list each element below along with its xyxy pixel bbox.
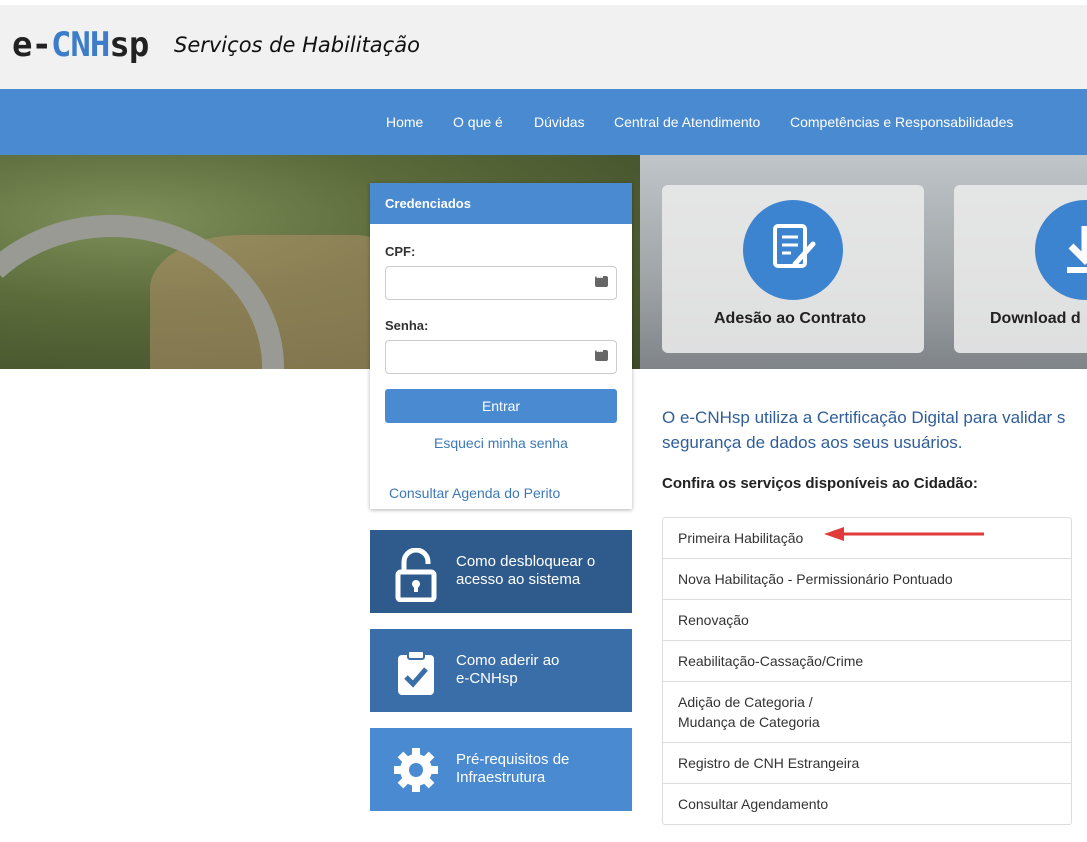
service-label: Adição de Categoria / Mudança de Categor… <box>678 692 820 732</box>
tile-desbloquear-label: Como desbloquear o acesso ao sistema <box>456 553 595 589</box>
cpf-input[interactable] <box>385 266 617 300</box>
logo-prefix: e- <box>12 25 52 65</box>
service-consultar-agendamento[interactable]: Consultar Agendamento <box>663 784 1071 824</box>
site-tagline: Serviços de Habilitação <box>174 33 420 57</box>
tile-label-line: Como desbloquear o <box>456 553 596 570</box>
tile-aderir-label: Como aderir ao e-CNHsp <box>456 652 559 688</box>
service-adicao-categoria[interactable]: Adição de Categoria / Mudança de Categor… <box>663 682 1071 743</box>
card-download-label: Download d <box>990 310 1081 327</box>
login-panel: Credenciados CPF: Senha: Entrar Esqueci … <box>370 183 632 509</box>
forgot-password-link[interactable]: Esqueci minha senha <box>434 435 568 451</box>
card-adesao-contrato[interactable]: Adesão ao Contrato <box>662 185 924 353</box>
service-registro-cnh-estrangeira[interactable]: Registro de CNH Estrangeira <box>663 743 1071 784</box>
tile-label-line: Infraestrutura <box>456 769 546 786</box>
tile-aderir[interactable]: Como aderir ao e-CNHsp <box>370 629 632 712</box>
clipboard-check-icon <box>392 649 440 697</box>
service-nova-habilitacao[interactable]: Nova Habilitação - Permissionário Pontua… <box>663 559 1071 600</box>
tile-label-line: Pré-requisitos de <box>456 751 570 768</box>
tile-label-line: e-CNHsp <box>456 670 518 687</box>
gear-icon <box>392 746 440 794</box>
logo-accent: CNH <box>50 25 110 65</box>
login-title: Credenciados <box>370 183 632 224</box>
nav-competencias[interactable]: Competências e Responsabilidades <box>790 114 1013 130</box>
service-label-line: Mudança de Categoria <box>678 714 820 730</box>
card-adesao-label: Adesão ao Contrato <box>714 310 867 327</box>
tile-desbloquear-acesso[interactable]: Como desbloquear o acesso ao sistema <box>370 530 632 613</box>
password-label: Senha: <box>385 318 429 333</box>
card-download[interactable]: Download d <box>954 185 1087 353</box>
download-icon <box>1035 200 1087 300</box>
service-label: Primeira Habilitação <box>678 530 804 546</box>
logo-suffix: sp <box>109 25 149 65</box>
services-list: Primeira Habilitação Nova Habilitação - … <box>662 517 1072 825</box>
annotation-arrow-icon <box>824 527 984 541</box>
service-label: Reabilitação-Cassação/Crime <box>678 653 864 669</box>
tile-pre-requisitos-label: Pré-requisitos de Infraestrutura <box>456 751 569 787</box>
agenda-perito-link[interactable]: Consultar Agenda do Perito <box>389 485 560 501</box>
service-label: Renovação <box>678 612 749 628</box>
nav-home[interactable]: Home <box>386 114 423 130</box>
intro-line: segurança de dados aos seus usuários. <box>662 433 963 452</box>
cpf-label: CPF: <box>385 244 416 259</box>
service-label: Registro de CNH Estrangeira <box>678 755 860 771</box>
service-label-line: Adição de Categoria / <box>678 694 813 710</box>
services-heading: Confira os serviços disponíveis ao Cidad… <box>662 475 978 492</box>
password-input[interactable] <box>385 340 617 374</box>
keyboard-icon[interactable] <box>595 346 608 361</box>
site-logo[interactable]: e-CNHsp <box>12 25 149 65</box>
tile-label-line: Como aderir ao <box>456 652 560 669</box>
site-header: e-CNHsp Serviços de Habilitação <box>0 5 1087 89</box>
nav-o-que-e[interactable]: O que é <box>453 114 503 130</box>
service-label: Consultar Agendamento <box>678 796 829 812</box>
tile-label-line: acesso ao sistema <box>456 571 581 588</box>
padlock-icon <box>392 547 440 603</box>
service-reabilitacao[interactable]: Reabilitação-Cassação/Crime <box>663 641 1071 682</box>
contract-icon <box>743 200 843 300</box>
nav-duvidas[interactable]: Dúvidas <box>534 114 585 130</box>
intro-line: O e-CNHsp utiliza a Certificação Digital… <box>662 408 1066 427</box>
keyboard-icon[interactable] <box>595 272 608 287</box>
login-button[interactable]: Entrar <box>385 389 617 423</box>
main-nav: Home O que é Dúvidas Central de Atendime… <box>0 89 1087 155</box>
service-renovacao[interactable]: Renovação <box>663 600 1071 641</box>
service-label: Nova Habilitação - Permissionário Pontua… <box>678 571 953 587</box>
tile-pre-requisitos[interactable]: Pré-requisitos de Infraestrutura <box>370 728 632 811</box>
nav-central-atendimento[interactable]: Central de Atendimento <box>614 114 760 130</box>
intro-text: O e-CNHsp utiliza a Certificação Digital… <box>662 405 1087 455</box>
